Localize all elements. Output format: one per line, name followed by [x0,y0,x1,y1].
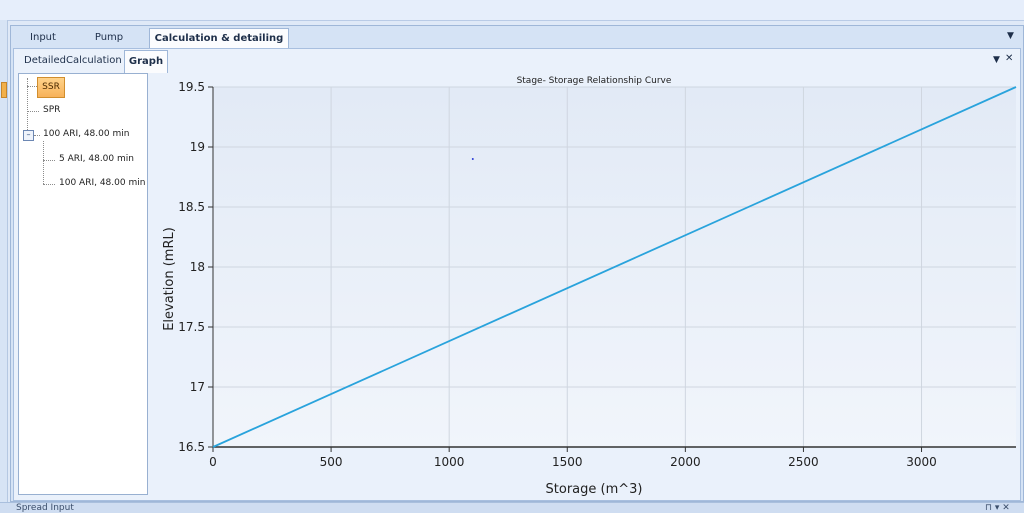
left-dock-strip[interactable] [0,20,8,512]
tab-input[interactable]: Input [19,28,67,48]
y-tick-label: 17.5 [178,320,205,334]
chart-svg: Stage- Storage Relationship Curve 0 500 10… [162,76,1017,497]
x-tick-label: 1500 [552,455,583,469]
result-tree: SSR SPR – 100 ARI, 48.00 min 5 ARI, 48.0… [18,73,148,495]
tree-item-spr[interactable]: SPR [43,105,60,115]
y-tick-label: 19.5 [178,80,205,94]
x-axis-label: Storage (m^3) [546,482,643,497]
panel-dropdown-icon[interactable]: ▼ [993,55,1000,65]
tree-collapse-icon[interactable]: – [23,130,34,141]
dock-marker[interactable] [1,82,7,98]
graph-tab-panel: DetailedCalculation Graph ▼ ✕ SSR SPR – … [13,48,1021,501]
tree-item-ssr[interactable]: SSR [37,77,65,98]
x-tick-label: 3000 [906,455,937,469]
y-tick-label: 18 [190,260,205,274]
tab-detailed-calculation[interactable]: DetailedCalculation [24,50,122,71]
tree-item-100ari-group[interactable]: 100 ARI, 48.00 min [43,129,129,139]
tree-item-100ari[interactable]: 100 ARI, 48.00 min [59,178,145,188]
bottom-panel-header[interactable]: Spread Input ⊓ ▾ ✕ [0,502,1024,513]
y-axis-label: Elevation (mRL) [162,227,177,331]
y-tick-label: 18.5 [178,200,205,214]
tab-pump[interactable]: Pump [83,28,135,48]
y-tick-label: 17 [190,380,205,394]
tab-list-dropdown-icon[interactable]: ▼ [1007,31,1014,41]
main-tab-panel: Input Pump Calculation & detailing ▼ Det… [10,25,1024,502]
x-tick-label: 2500 [788,455,819,469]
x-tick-label: 0 [209,455,217,469]
stage-storage-chart: Stage- Storage Relationship Curve 0 500 10… [152,75,1018,498]
tab-calculation-detailing[interactable]: Calculation & detailing [149,28,289,49]
data-point-marker [471,158,474,160]
chart-title: Stage- Storage Relationship Curve [517,76,672,86]
tree-item-5ari[interactable]: 5 ARI, 48.00 min [59,154,134,164]
x-tick-label: 500 [320,455,343,469]
x-tick-label: 1000 [434,455,465,469]
tab-graph[interactable]: Graph [124,50,168,73]
y-tick-label: 19 [190,140,205,154]
panel-close-icon[interactable]: ✕ [1005,53,1013,64]
y-tick-label: 16.5 [178,440,205,454]
x-tick-label: 2000 [670,455,701,469]
top-ribbon-band [0,0,1024,21]
outer-tab-strip: Input Pump Calculation & detailing ▼ [11,26,1023,49]
